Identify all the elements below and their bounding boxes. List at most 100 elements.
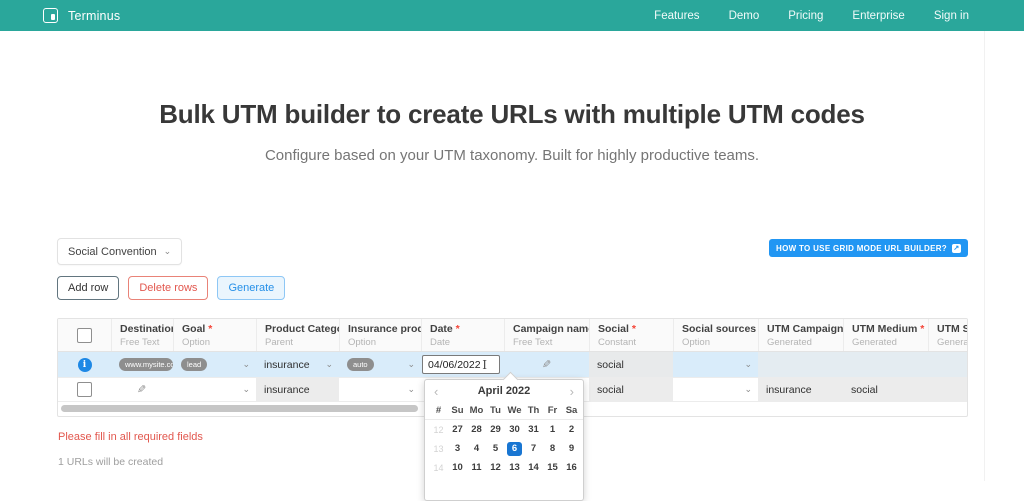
column-header-product-category[interactable]: Product Category * Parent — [256, 319, 339, 351]
edit-pencil-icon[interactable]: ✎ — [542, 358, 551, 371]
next-month-button[interactable]: › — [570, 385, 574, 398]
day-cell[interactable]: 15 — [543, 462, 562, 473]
row1-social-sources-cell[interactable]: ⌄ — [673, 352, 758, 377]
add-row-button[interactable]: Add row — [57, 276, 120, 300]
column-header-insurance-products[interactable]: Insurance products Option — [339, 319, 421, 351]
selected-day-cell[interactable]: 6 — [507, 441, 522, 456]
row1-campaign-name-cell[interactable]: ✎ — [504, 352, 589, 377]
prev-month-button[interactable]: ‹ — [434, 385, 438, 398]
column-type: Free Text — [120, 337, 160, 348]
info-icon[interactable]: i — [77, 357, 92, 372]
select-all-cell — [58, 319, 111, 351]
scrollbar-thumb[interactable] — [61, 405, 418, 412]
row2-social-sources-cell[interactable]: ⌄ — [673, 378, 758, 401]
chevron-down-icon[interactable]: ⌄ — [407, 385, 415, 394]
chevron-down-icon[interactable]: ⌄ — [744, 360, 752, 369]
calendar-week-row: 13 3 4 5 6 7 8 9 — [425, 439, 583, 458]
datepicker-header: ‹ April 2022 › — [425, 380, 583, 402]
nav-sign-in[interactable]: Sign in — [934, 10, 969, 22]
column-header-destination-url[interactable]: Destination URL * Free Text — [111, 319, 173, 351]
day-cell[interactable]: 31 — [524, 424, 543, 435]
cell-value: insurance — [766, 383, 812, 396]
label-text: UTM Source — [937, 323, 967, 335]
help-button[interactable]: HOW TO USE GRID MODE URL BUILDER? ↗ — [769, 239, 968, 257]
day-cell[interactable]: 5 — [486, 443, 505, 454]
column-label: UTM Campaign * — [767, 323, 843, 335]
row2-goal-cell[interactable]: ⌄ — [173, 378, 256, 401]
column-header-social-sources[interactable]: Social sources * Option — [673, 319, 758, 351]
nav-features[interactable]: Features — [654, 10, 699, 22]
day-cell[interactable]: 4 — [467, 443, 486, 454]
column-header-goal[interactable]: Goal * Option — [173, 319, 256, 351]
insurance-products-chip[interactable]: auto — [347, 357, 374, 372]
convention-dropdown[interactable]: Social Convention ⌄ — [57, 238, 183, 265]
column-label: Social * — [598, 323, 636, 335]
column-type: Generated — [937, 337, 968, 348]
row2-destination-url-cell[interactable]: ✎ — [111, 378, 173, 401]
chevron-down-icon[interactable]: ⌄ — [325, 360, 333, 369]
weekday-label: Fr — [547, 405, 558, 416]
day-cell[interactable]: 14 — [524, 462, 543, 473]
select-all-checkbox[interactable] — [77, 327, 92, 343]
goal-chip[interactable]: lead — [181, 357, 208, 372]
row1-destination-url-cell[interactable]: www.mysite.com/blog/... — [111, 352, 173, 377]
nav-pricing[interactable]: Pricing — [788, 10, 823, 22]
row1-goal-cell[interactable]: lead ⌄ — [173, 352, 256, 377]
brand-name[interactable]: Terminus — [68, 9, 120, 23]
day-cell[interactable]: 11 — [467, 462, 486, 473]
column-type: Constant — [598, 337, 637, 348]
row1-product-category-cell[interactable]: insurance ⌄ — [256, 352, 339, 377]
day-cell[interactable]: 2 — [562, 424, 581, 435]
column-label: UTM Source — [937, 323, 967, 335]
day-cell[interactable]: 13 — [505, 462, 524, 473]
column-header-date[interactable]: Date * Date — [421, 319, 504, 351]
generate-button[interactable]: Generate — [217, 276, 286, 300]
row-checkbox[interactable] — [77, 382, 92, 397]
required-star: * — [917, 323, 925, 335]
column-label: Insurance products — [348, 323, 421, 335]
delete-rows-button[interactable]: Delete rows — [128, 276, 209, 300]
label-text: UTM Medium — [852, 323, 918, 335]
day-cell[interactable]: 7 — [524, 443, 543, 454]
column-header-utm-medium[interactable]: UTM Medium * Generated — [843, 319, 928, 351]
day-cell[interactable]: 10 — [448, 462, 467, 473]
nav-enterprise[interactable]: Enterprise — [852, 10, 904, 22]
day-cell[interactable]: 30 — [505, 424, 524, 435]
label-text: Product Category — [265, 323, 339, 335]
chevron-down-icon[interactable]: ⌄ — [407, 360, 415, 369]
row2-social-cell: social — [589, 378, 673, 401]
day-cell[interactable]: 29 — [486, 424, 505, 435]
url-count-message: 1 URLs will be created — [58, 456, 164, 468]
day-cell[interactable]: 27 — [448, 424, 467, 435]
terminus-logo-icon[interactable] — [43, 8, 58, 23]
day-cell[interactable]: 3 — [448, 443, 467, 454]
edit-pencil-icon[interactable]: ✎ — [137, 383, 146, 396]
row2-utm-campaign-cell: insurance — [758, 378, 843, 401]
row1-date-cell[interactable]: 04/06/2022 I — [421, 352, 504, 377]
row2-insurance-products-cell[interactable]: ⌄ — [339, 378, 421, 401]
day-cell[interactable]: 28 — [467, 424, 486, 435]
nav-demo[interactable]: Demo — [729, 10, 760, 22]
day-cell[interactable]: 8 — [543, 443, 562, 454]
day-cell[interactable]: 16 — [562, 462, 581, 473]
row1-insurance-products-cell[interactable]: auto ⌄ — [339, 352, 421, 377]
weekday-label: We — [507, 405, 522, 416]
column-label: Goal * — [182, 323, 212, 335]
day-cell[interactable]: 9 — [562, 443, 581, 454]
destination-url-chip[interactable]: www.mysite.com/blog/... — [119, 357, 173, 372]
row2-select-cell — [58, 378, 111, 401]
label-text: Goal — [182, 323, 206, 335]
column-header-utm-campaign[interactable]: UTM Campaign * Generated — [758, 319, 843, 351]
chevron-down-icon[interactable]: ⌄ — [744, 385, 752, 394]
day-cell[interactable]: 1 — [543, 424, 562, 435]
column-type: Option — [348, 337, 376, 348]
column-header-campaign-name[interactable]: Campaign name * Free Text — [504, 319, 589, 351]
column-header-social[interactable]: Social * Constant — [589, 319, 673, 351]
chevron-down-icon[interactable]: ⌄ — [242, 385, 250, 394]
column-label: UTM Medium * — [852, 323, 924, 335]
day-cell[interactable]: 12 — [486, 462, 505, 473]
date-input[interactable]: 04/06/2022 I — [422, 355, 500, 374]
chevron-down-icon[interactable]: ⌄ — [242, 360, 250, 369]
row2-product-category-cell: insurance — [256, 378, 339, 401]
column-header-utm-source[interactable]: UTM Source Generated — [928, 319, 968, 351]
